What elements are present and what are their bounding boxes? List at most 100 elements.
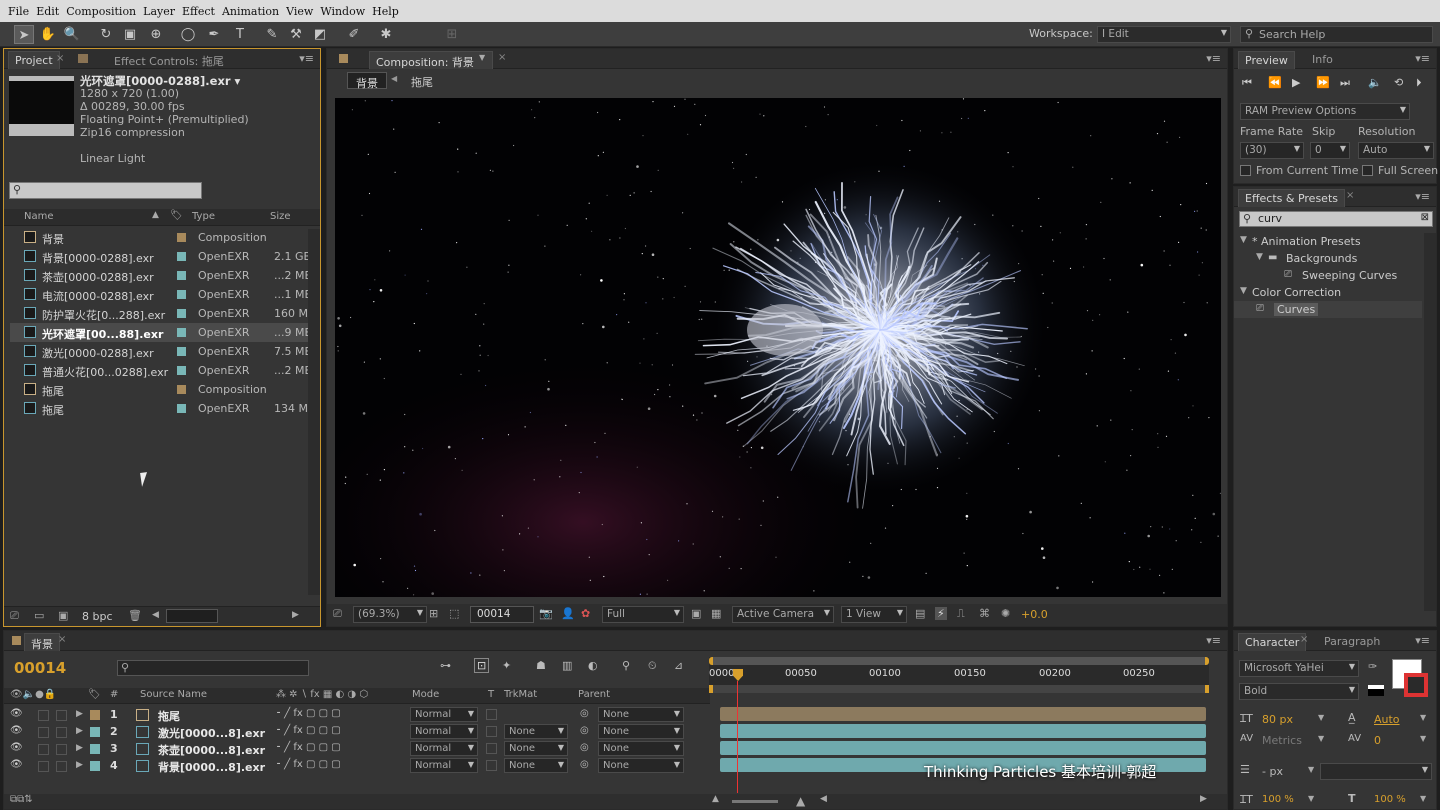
project-item[interactable]: 背景 Composition (10, 228, 310, 247)
menu-window[interactable]: Window (320, 5, 365, 18)
project-item[interactable]: 茶壶[0000-0288].exr OpenEXR ...2 MB (10, 266, 312, 285)
horizontal-scrollbar[interactable] (166, 609, 218, 623)
horizontal-scale-dropdown-icon[interactable]: ▼ (1420, 794, 1426, 803)
menu-composition[interactable]: Composition (66, 5, 136, 18)
resolution-dropdown[interactable]: Auto (1358, 142, 1434, 159)
panel-menu-icon[interactable]: ▾≡ (1415, 52, 1430, 65)
solo-toggle[interactable] (38, 744, 49, 755)
safe-margins-icon[interactable]: ⊞ (429, 607, 438, 620)
project-item[interactable]: 防护罩火花[0...288].exr OpenEXR 160 MB (10, 304, 316, 323)
flowchart-icon[interactable]: ⌘ (979, 607, 990, 620)
blend-mode-dropdown[interactable]: Normal (410, 724, 478, 739)
source-name-header[interactable]: Source Name (140, 689, 207, 700)
leading-value[interactable]: Auto (1374, 713, 1400, 726)
audio-icon[interactable]: 🔈 (1368, 76, 1382, 89)
vertical-scale-dropdown-icon[interactable]: ▼ (1308, 794, 1314, 803)
brainstorm-icon[interactable]: ⚲ (622, 659, 630, 672)
composition-viewer[interactable] (335, 98, 1221, 597)
preserve-transparency-toggle[interactable] (486, 743, 497, 754)
blend-mode-dropdown[interactable]: Normal (410, 758, 478, 773)
project-search-input[interactable]: ⚲ (9, 182, 202, 199)
panel-menu-icon[interactable]: ▾≡ (1206, 52, 1221, 65)
pen-tool-icon[interactable]: ✒ (204, 25, 224, 44)
layer-source-name[interactable]: 拖尾 (158, 708, 180, 724)
expand-panes-icon[interactable]: ⧉⧉⇅ (10, 794, 33, 805)
menu-file[interactable]: File (8, 5, 29, 18)
label-color-swatch[interactable] (177, 233, 186, 242)
project-item[interactable]: 拖尾 OpenEXR 134 MB (10, 399, 316, 418)
tab-composition[interactable]: Composition: 背景 (369, 51, 493, 69)
visibility-eye-icon[interactable]: 👁 (10, 759, 23, 770)
tracking-value[interactable]: 0 (1374, 734, 1381, 747)
label-color-swatch[interactable] (177, 404, 186, 413)
parent-dropdown[interactable]: None (598, 724, 684, 739)
parent-dropdown[interactable]: None (598, 758, 684, 773)
last-frame-icon[interactable]: ⏭ (1340, 76, 1350, 90)
graph-editor-icon[interactable]: ⊿ (674, 659, 683, 672)
type-column-header[interactable]: Type (192, 211, 215, 222)
fast-previews-icon[interactable]: ⚡ (935, 607, 947, 620)
project-item[interactable]: 光环遮罩[00...88].exr OpenEXR ...9 MB (10, 323, 312, 342)
motion-blur-icon[interactable]: ◐ (588, 659, 598, 672)
reset-exposure-icon[interactable]: ✺ (1001, 607, 1010, 620)
composition-dropdown-icon[interactable]: ▼ (479, 53, 485, 62)
label-color-swatch[interactable] (90, 744, 100, 754)
effects-search-input[interactable]: ⚲ curv ⊠ (1239, 211, 1433, 227)
label-color-swatch[interactable] (177, 328, 186, 337)
solo-toggle[interactable] (38, 761, 49, 772)
tab-project[interactable]: Project (8, 51, 60, 69)
project-item[interactable]: 普通火花[00...0288].exr OpenEXR ...2 MB (10, 361, 312, 380)
trash-icon[interactable]: 🗑 (128, 609, 142, 622)
layer-switches[interactable]: ⁃ ╱ fx ▢ ▢ ▢ (276, 742, 341, 753)
panel-menu-icon[interactable]: ▾≡ (1415, 190, 1430, 203)
tab-preview[interactable]: Preview (1238, 51, 1295, 69)
label-color-swatch[interactable] (177, 252, 186, 261)
hand-tool-icon[interactable]: ✋ (38, 25, 58, 44)
parent-dropdown[interactable]: None (598, 741, 684, 756)
layer-duration-bar[interactable] (720, 741, 1206, 755)
visibility-eye-icon[interactable]: 👁 (10, 742, 23, 753)
timeline-layer-row[interactable]: 👁 ▶ 3 茶壶[0000...8].exr ⁃ ╱ fx ▢ ▢ ▢ Normal Non… (4, 741, 710, 758)
bit-depth-button[interactable]: 8 bpc (82, 610, 113, 623)
parent-pickwhip-icon[interactable]: ◎ (580, 742, 589, 753)
scroll-right-icon[interactable]: ▶ (1200, 794, 1207, 804)
black-white-swatch[interactable] (1368, 685, 1384, 696)
label-color-swatch[interactable] (177, 271, 186, 280)
full-screen-checkbox[interactable] (1362, 165, 1373, 176)
layer-switches[interactable]: ⁃ ╱ fx ▢ ▢ ▢ (276, 759, 341, 770)
timeline-current-time[interactable]: 00014 (14, 659, 66, 677)
effects-scrollbar[interactable] (1424, 233, 1436, 611)
vertical-scale-value[interactable]: 100 % (1262, 794, 1294, 805)
kerning-dropdown-icon[interactable]: ▼ (1318, 734, 1324, 743)
parent-pickwhip-icon[interactable]: ◎ (580, 708, 589, 719)
next-frame-icon[interactable]: ⏩ (1316, 76, 1330, 89)
project-item[interactable]: 拖尾 Composition (10, 380, 310, 399)
zoom-out-icon[interactable]: ▲ (712, 794, 719, 804)
label-color-swatch[interactable] (177, 290, 186, 299)
shy-layers-icon[interactable]: ☗ (536, 659, 546, 672)
effects-tree-item[interactable]: ▼ * Animation Presets (1234, 233, 1422, 250)
panel-menu-icon[interactable]: ▾≡ (299, 52, 314, 65)
expand-arrow-icon[interactable]: ▶ (76, 726, 83, 736)
timeline-search-input[interactable]: ⚲ (117, 660, 309, 676)
project-scrollbar[interactable] (308, 229, 320, 595)
label-color-swatch[interactable] (90, 761, 100, 771)
time-navigator[interactable] (709, 657, 1209, 665)
label-color-swatch[interactable] (177, 309, 186, 318)
timeline-layer-row[interactable]: 👁 ▶ 4 背景[0000...8].exr ⁃ ╱ fx ▢ ▢ ▢ Normal Non… (4, 758, 710, 775)
lock-toggle[interactable] (56, 744, 67, 755)
fast-preview-icon[interactable]: ▣ (691, 607, 701, 620)
effects-tree-item[interactable]: ▼ Color Correction (1234, 284, 1422, 301)
ram-preview-options-dropdown[interactable]: RAM Preview Options (1240, 103, 1410, 120)
stroke-style-dropdown[interactable] (1320, 763, 1432, 780)
mode-header[interactable]: Mode (412, 689, 439, 700)
panel-menu-icon[interactable]: ▾≡ (1206, 634, 1221, 647)
frame-rate-dropdown[interactable]: (30) (1240, 142, 1304, 159)
preserve-transparency-toggle[interactable] (486, 709, 497, 720)
puppet-tool-icon[interactable]: ✱ (376, 25, 396, 44)
menu-help[interactable]: Help (372, 5, 399, 18)
name-column-header[interactable]: Name (24, 211, 54, 222)
tab-effect-controls[interactable]: Effect Controls: 拖尾 (108, 51, 230, 69)
close-icon[interactable]: × (1346, 190, 1354, 201)
search-help-field[interactable]: ⚲ Search Help (1240, 26, 1433, 43)
